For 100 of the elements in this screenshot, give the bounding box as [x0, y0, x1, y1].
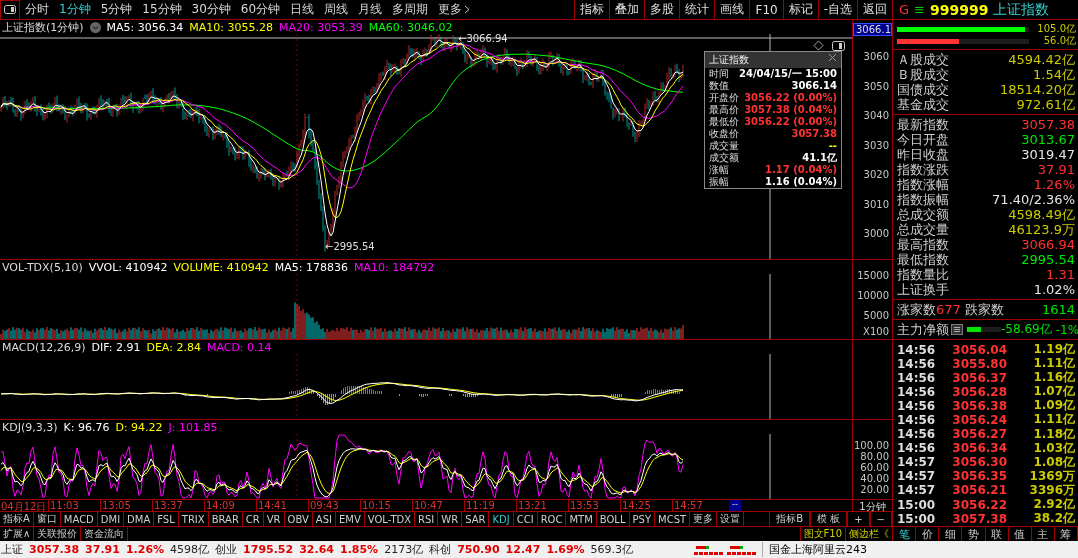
period-tab[interactable]: 15分钟: [137, 0, 187, 19]
period-tab[interactable]: 30分钟: [186, 0, 236, 19]
tooltip-value: 1.16 (0.04%): [765, 176, 837, 188]
stat-label: 今日开盘: [897, 131, 949, 148]
period-tab[interactable]: 更多: [433, 0, 476, 19]
tick-amount: 2.92亿: [1032, 496, 1075, 512]
indicator-tab[interactable]: CR: [242, 512, 264, 526]
pane-title: MACD(12,26,9): [2, 340, 86, 354]
time-label: 13:53: [568, 500, 620, 511]
stat-label: 指数量比: [897, 266, 949, 283]
template-button[interactable]: 指标B: [769, 512, 811, 526]
indicator-tab[interactable]: EMV: [336, 512, 365, 526]
cursor-line: [769, 354, 771, 419]
tooltip-value: 3056.22 (0.00%): [744, 116, 837, 128]
stat-value: 3066.94: [1020, 237, 1075, 252]
indicator-tab[interactable]: MCST: [655, 512, 691, 526]
time-label: 14:09: [204, 500, 256, 511]
dropdown-icon[interactable]: [89, 21, 101, 33]
indicator-tab[interactable]: 设置: [717, 512, 745, 526]
period-tab[interactable]: 日线: [285, 0, 320, 19]
toolbar-button[interactable]: 叠加: [609, 0, 645, 19]
close-icon[interactable]: [828, 53, 837, 62]
time-label: 10:47: [412, 500, 464, 511]
tick-time: 14:56: [897, 398, 937, 413]
template-button[interactable]: 模 板: [810, 512, 848, 526]
tooltip-value: 3066.14: [791, 80, 837, 92]
indicator-tab[interactable]: SAR: [462, 512, 490, 526]
scroll-marker[interactable]: --: [729, 500, 741, 511]
indicator-tab[interactable]: TRIX: [178, 512, 209, 526]
time-label: 13:05: [100, 500, 152, 511]
list-icon[interactable]: [951, 324, 963, 335]
indicator-tab[interactable]: MTM: [566, 512, 597, 526]
stat-value: 1.02%: [1032, 282, 1075, 297]
indicator-tab[interactable]: FSL: [154, 512, 179, 526]
indicator-tab[interactable]: WR: [438, 512, 463, 526]
indicator-tab[interactable]: RSI: [415, 512, 439, 526]
stat-label: Ａ股成交: [897, 50, 949, 68]
period-tab[interactable]: 月线: [353, 0, 388, 19]
index-change: 37.91: [85, 543, 120, 556]
indicator-tab[interactable]: PSY: [629, 512, 655, 526]
menu-icon[interactable]: ≡: [914, 2, 925, 17]
stat-label: 昨日收盘: [897, 146, 949, 163]
toolbar-button[interactable]: 画线: [714, 0, 750, 19]
toolbar-button[interactable]: 统计: [679, 0, 715, 19]
tick-price: 3056.28: [951, 384, 1007, 399]
indicator-tab[interactable]: BOLL: [596, 512, 630, 526]
indicator-tab[interactable]: BRAR: [208, 512, 243, 526]
indicator-tab[interactable]: KDJ: [489, 512, 514, 526]
period-tab[interactable]: 周线: [319, 0, 354, 19]
toolbar-button[interactable]: F10: [749, 0, 783, 19]
panel-toggle-icon[interactable]: [832, 41, 845, 51]
period-tab[interactable]: 分时: [20, 0, 54, 19]
indicator-tab[interactable]: DMA: [124, 512, 155, 526]
stat-label: Ｂ股成交: [897, 66, 949, 83]
tick-price: 3056.35: [951, 469, 1007, 484]
template-button[interactable]: +: [847, 512, 870, 526]
time-label: 14:57: [672, 500, 724, 511]
toolbar-button[interactable]: -自选: [817, 0, 857, 19]
indicator-tab[interactable]: ASI: [312, 512, 336, 526]
period-tab[interactable]: 多周期: [387, 0, 434, 19]
tick-time: 14:57: [897, 469, 937, 484]
axis-label: 3040: [863, 110, 889, 121]
indicator-tab[interactable]: OBV: [284, 512, 313, 526]
indicator-tab[interactable]: 窗口: [33, 512, 61, 526]
high-price-label: ←3066.94: [458, 33, 508, 44]
index-percent: 1.69%: [546, 543, 585, 556]
tick-time: 14:56: [897, 370, 937, 385]
pane-title: KDJ(9,3,3): [2, 420, 58, 434]
stat-percent: -1%: [1055, 322, 1078, 337]
period-tab[interactable]: 60分钟: [235, 0, 286, 19]
indicator-tab[interactable]: MACD: [60, 512, 98, 526]
tooltip-value: 41.1亿: [802, 152, 837, 164]
indicator-tab[interactable]: ROC: [537, 512, 567, 526]
indicator-tab[interactable]: CCI: [513, 512, 538, 526]
toolbar-button[interactable]: 指标: [574, 0, 610, 19]
indicator-tab[interactable]: VR: [263, 512, 285, 526]
toolbar-button[interactable]: 标记: [782, 0, 818, 19]
template-button[interactable]: −: [869, 512, 892, 526]
period-tab[interactable]: 5分钟: [95, 0, 138, 19]
indicator-value: D: 94.22: [115, 420, 163, 434]
diamond-icon[interactable]: [813, 40, 824, 51]
indicator-tab[interactable]: 更多: [690, 512, 718, 526]
stat-value: 4598.49亿: [1007, 206, 1075, 224]
indicator-tab[interactable]: DMI: [97, 512, 125, 526]
tick-price: 3056.04: [951, 342, 1007, 357]
indicator-value: VVOL: 410942: [88, 260, 168, 274]
tooltip-label: 数值: [709, 80, 729, 92]
tooltip-label: 振幅: [709, 176, 729, 188]
toolbar-button[interactable]: 多股: [644, 0, 680, 19]
sidebar-toggle-icon[interactable]: [0, 0, 20, 20]
axis-label: 10000: [857, 290, 889, 301]
indicator-value: MA5: 178836: [274, 260, 348, 274]
period-tab[interactable]: 1分钟: [54, 0, 96, 19]
indicator-value: MA60: 3046.02: [368, 20, 453, 34]
axis-label: 40.00: [860, 473, 889, 484]
indicator-tab[interactable]: VOL-TDX: [364, 512, 416, 526]
toolbar-button[interactable]: 返回: [857, 0, 892, 19]
security-name: 上证指数: [993, 0, 1050, 19]
stat-value: 677: [936, 302, 961, 317]
indicator-tab[interactable]: 指标A: [0, 512, 34, 526]
